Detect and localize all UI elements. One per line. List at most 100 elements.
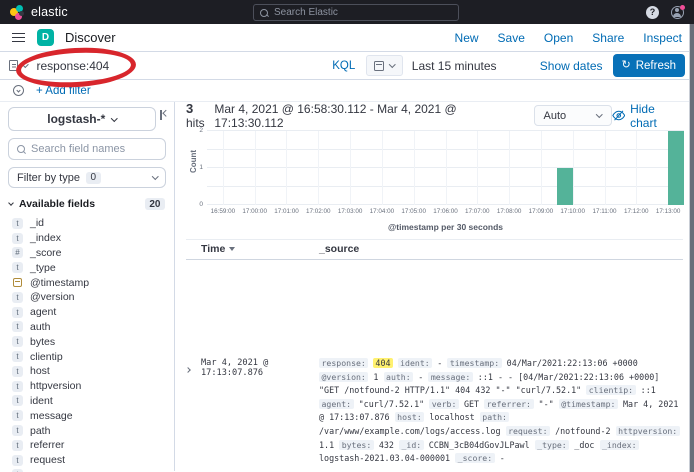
field-item[interactable]: trequest xyxy=(8,453,166,468)
x-tick-label: 17:08:00 xyxy=(497,208,522,215)
source-field-value: logstash-2021.03.04-000001 xyxy=(319,453,450,463)
global-search-input[interactable]: Search Elastic xyxy=(253,4,459,21)
save-button[interactable]: Save xyxy=(498,31,525,45)
field-item[interactable]: thttpversion xyxy=(8,379,166,394)
field-item[interactable]: tagent xyxy=(8,305,166,320)
field-name: @version xyxy=(30,291,75,303)
field-item[interactable]: t_id xyxy=(8,216,166,231)
field-name: _type xyxy=(30,262,56,274)
open-button[interactable]: Open xyxy=(544,31,573,45)
source-field-value: /var/www/example.com/logs/access.log xyxy=(319,426,501,436)
source-field-value: 04/Mar/2021:22:13:06 +0000 xyxy=(507,358,638,368)
source-field-label: _index: xyxy=(600,440,640,450)
field-item[interactable]: tident xyxy=(8,394,166,409)
field-name: referrer xyxy=(30,439,64,451)
field-item[interactable]: @timestamp xyxy=(8,275,166,290)
datepicker-quick-button[interactable] xyxy=(366,55,403,76)
scrollbar[interactable] xyxy=(689,24,694,472)
x-tick-label: 17:00:00 xyxy=(242,208,267,215)
saved-query-icon[interactable] xyxy=(9,60,28,71)
text-field-icon: t xyxy=(12,218,23,229)
page-title: Discover xyxy=(65,30,116,45)
filter-options-icon[interactable] xyxy=(13,85,24,96)
source-field-label: request: xyxy=(506,426,550,436)
time-range-value[interactable]: Last 15 minutes xyxy=(412,59,540,73)
interval-select[interactable]: Auto xyxy=(534,105,612,126)
hide-chart-button[interactable]: Hide chart xyxy=(612,102,683,130)
available-fields-count-badge: 20 xyxy=(145,198,165,210)
text-field-icon: t xyxy=(12,440,23,451)
field-item[interactable]: thost xyxy=(8,364,166,379)
new-button[interactable]: New xyxy=(455,31,479,45)
text-field-icon: t xyxy=(12,366,23,377)
source-field-label: @timestamp: xyxy=(559,399,618,409)
number-field-icon: # xyxy=(12,247,23,258)
field-item[interactable]: t@version xyxy=(8,290,166,305)
time-column-header[interactable]: Time xyxy=(201,243,319,255)
menu-icon[interactable] xyxy=(12,33,25,42)
table-row: Mar 4, 2021 @ 17:13:07.876response: 404 … xyxy=(186,352,683,471)
index-pattern-selector[interactable]: logstash-* xyxy=(8,107,156,131)
chevron-down-icon xyxy=(152,173,158,179)
x-gridline xyxy=(223,131,224,205)
x-tick-label: 17:01:00 xyxy=(274,208,299,215)
elastic-logo[interactable]: elastic xyxy=(10,5,68,20)
user-avatar[interactable] xyxy=(671,6,684,19)
field-item[interactable]: tmessage xyxy=(8,408,166,423)
brand-name: elastic xyxy=(31,5,68,19)
text-field-icon: t xyxy=(12,262,23,273)
help-icon[interactable]: ? xyxy=(646,6,659,19)
field-item[interactable]: tauth xyxy=(8,320,166,335)
field-name: path xyxy=(30,425,50,437)
inspect-button[interactable]: Inspect xyxy=(643,31,682,45)
field-item[interactable]: tbytes xyxy=(8,334,166,349)
refresh-icon: ↻ xyxy=(622,60,631,71)
source-field-value: /notfound-2 xyxy=(555,426,610,436)
histogram-bar[interactable] xyxy=(668,131,684,205)
notification-dot xyxy=(680,5,685,10)
field-name: bytes xyxy=(30,336,55,348)
x-tick-label: 17:11:00 xyxy=(592,208,616,215)
source-field-label: timestamp: xyxy=(447,358,501,368)
show-dates-button[interactable]: Show dates xyxy=(540,59,603,73)
text-field-icon: t xyxy=(12,395,23,406)
field-item[interactable]: t_index xyxy=(8,231,166,246)
x-gridline xyxy=(382,131,383,205)
field-item[interactable]: #_score xyxy=(8,246,166,261)
query-input[interactable]: response:404 xyxy=(37,59,322,73)
refresh-button[interactable]: ↻Refresh xyxy=(613,54,686,77)
source-field-label: referrer: xyxy=(484,399,533,409)
chart-time-range: Mar 4, 2021 @ 16:58:30.112 - Mar 4, 2021… xyxy=(214,102,519,130)
field-name: httpversion xyxy=(30,380,81,392)
x-gridline xyxy=(350,131,351,205)
source-field-label: bytes: xyxy=(339,440,374,450)
available-fields-header[interactable]: Available fields 20 xyxy=(8,198,166,210)
x-axis-labels: 16:59:0017:00:0017:01:0017:02:0017:03:00… xyxy=(207,208,684,217)
filter-by-type-select[interactable]: Filter by type 0 xyxy=(8,167,166,188)
x-tick-label: 17:02:00 xyxy=(306,208,331,215)
expand-doc-icon[interactable] xyxy=(186,357,201,377)
app-navbar: D Discover New Save Open Share Inspect xyxy=(0,24,694,52)
field-search-input[interactable]: Search field names xyxy=(8,138,166,160)
source-field-value: ::1 xyxy=(641,385,656,395)
field-name: auth xyxy=(30,321,50,333)
x-gridline xyxy=(414,131,415,205)
source-field-value: - xyxy=(500,453,505,463)
doc-timestamp: Mar 4, 2021 @ 17:13:07.876 xyxy=(201,357,319,378)
field-item[interactable]: tresponse xyxy=(8,468,166,472)
source-field-value: - xyxy=(437,358,442,368)
histogram-bar[interactable] xyxy=(557,168,573,205)
collapse-sidebar-icon[interactable] xyxy=(160,110,171,120)
field-item[interactable]: tpath xyxy=(8,423,166,438)
chevron-down-icon xyxy=(8,200,14,206)
sort-desc-icon xyxy=(229,247,235,251)
field-item[interactable]: t _type xyxy=(8,260,166,275)
x-gridline xyxy=(605,131,606,205)
query-language-button[interactable]: KQL xyxy=(321,60,366,72)
field-name: message xyxy=(30,410,73,422)
share-button[interactable]: Share xyxy=(592,31,624,45)
field-item[interactable]: tclientip xyxy=(8,349,166,364)
source-field-value: 1 xyxy=(373,372,378,382)
field-item[interactable]: t referrer xyxy=(8,438,166,453)
add-filter-button[interactable]: + Add filter xyxy=(36,85,91,97)
